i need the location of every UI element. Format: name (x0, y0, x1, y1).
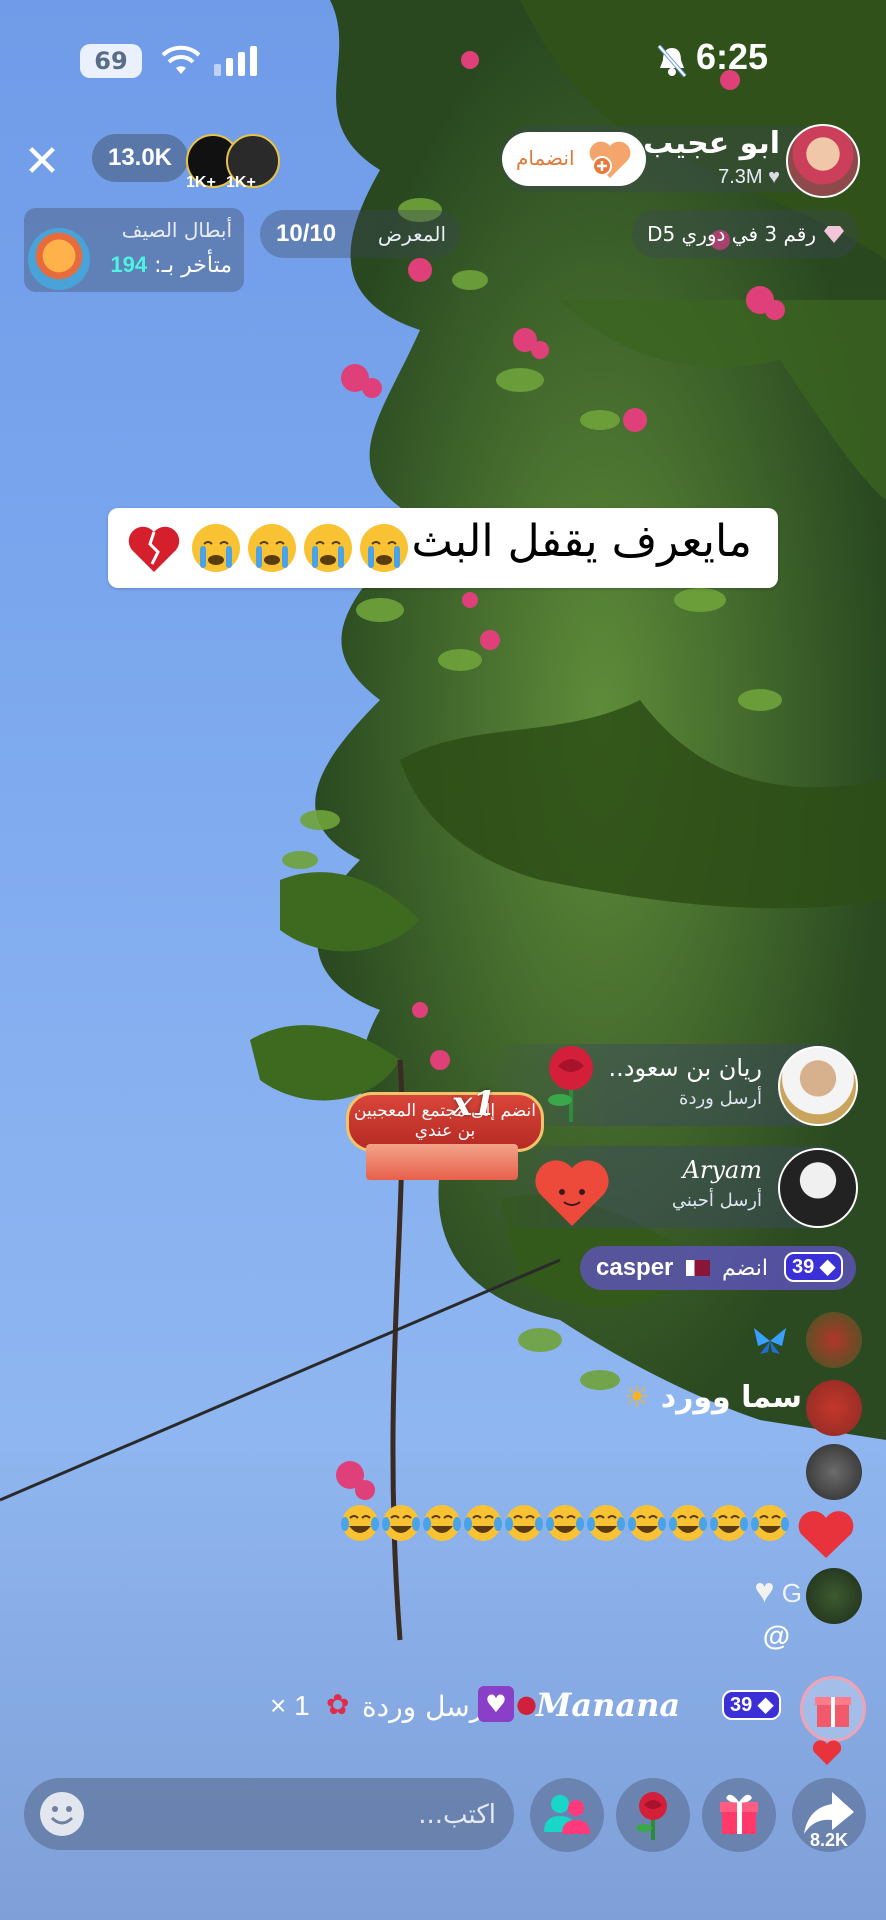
user-level-badge: 39 ◆ (784, 1252, 844, 1282)
gift-action: أرسل أحبني (671, 1190, 762, 1211)
rose-quick-gift-button[interactable] (616, 1778, 690, 1852)
top-viewer-avatar[interactable]: 1K+ (226, 134, 280, 191)
host-avatar[interactable] (786, 124, 860, 198)
rose-icon: ✿ (326, 1688, 350, 1721)
white-heart-icon: ♥ (754, 1572, 775, 1610)
user-level-badge: 39 ◆ (722, 1690, 782, 1720)
close-button[interactable]: ✕ (18, 138, 66, 186)
level-value: 39 (730, 1694, 753, 1716)
rose-gift-icon (548, 1046, 593, 1122)
chat-message: سما وورد ☀ (623, 1380, 802, 1415)
silent-mode-bell-icon (657, 44, 687, 78)
top-viewer-badge: 1K+ (226, 174, 256, 191)
chat-join-message[interactable]: casper انضم 39 ◆ (580, 1246, 856, 1290)
emoji-picker-icon[interactable] (38, 1790, 86, 1838)
gift-box-icon (815, 1697, 851, 1727)
viewer-count-pill[interactable]: 13.0K (92, 134, 188, 182)
stream-caption-banner: مايعرف يقفل البث (108, 508, 778, 588)
rose-icon (636, 1792, 667, 1840)
chat-user-avatar[interactable] (806, 1444, 862, 1500)
gifter-avatar[interactable] (778, 1046, 858, 1126)
gift-icon (720, 1794, 758, 1834)
summer-heroes-event-card[interactable]: أبطال الصيف متأخر بـ: 194 (24, 208, 244, 292)
multi-guest-button[interactable] (530, 1778, 604, 1852)
chat-username: Manana (536, 1686, 681, 1724)
comment-bar[interactable] (24, 1778, 514, 1850)
chat-user-avatar[interactable] (806, 1380, 862, 1436)
gift-box-side-button[interactable] (800, 1676, 866, 1742)
gallery-pill[interactable]: 10/10 المعرض (260, 210, 460, 258)
chat-message: @ (762, 1620, 790, 1651)
chat-join-text: انضم (722, 1256, 768, 1281)
caption-text: مايعرف يقفل البث (411, 516, 752, 567)
top-viewer-badge: 1K+ (186, 174, 216, 191)
host-likes-value: 7.3M (718, 166, 763, 188)
chat-user-avatar[interactable] (806, 1312, 862, 1368)
diamond-icon (824, 226, 844, 243)
diamond-icon: ◆ (757, 1694, 774, 1716)
battery-indicator: 69 (80, 44, 142, 78)
sun-emoji-icon: ☀ (623, 1380, 651, 1415)
chat-message: G ♥ (754, 1572, 802, 1611)
summer-event-icon (28, 228, 90, 290)
gift-count: × 1 (270, 1690, 310, 1721)
chat-message-text: سما وورد (660, 1380, 802, 1415)
share-count: 8.2K (810, 1830, 849, 1850)
host-likes-count: 7.3M ♥ (718, 166, 780, 189)
league-rank-text: رقم 3 في دوري D5 (647, 222, 816, 246)
purple-heart-icon: ♥ (478, 1686, 514, 1722)
gallery-label: المعرض (377, 222, 446, 246)
chat-gift-message: × 1 ✿ أرسل وردة ♥ ● Manana 39 ◆ (270, 1686, 800, 1734)
qatar-flag-icon (686, 1260, 710, 1276)
community-tag-line2: بن عندي (414, 1121, 476, 1141)
diamond-icon: ◆ (819, 1256, 836, 1278)
gallery-score: 10/10 (276, 220, 337, 247)
host-name: ابو عجيب (643, 126, 780, 161)
join-fan-club-button[interactable]: انضمام (502, 132, 646, 186)
gifter-avatar[interactable] (778, 1148, 858, 1228)
floating-heart-icon (812, 1740, 842, 1765)
people-icon (544, 1795, 590, 1834)
gift-multiplier: x1 (452, 1084, 496, 1124)
league-rank-pill[interactable]: رقم 3 في دوري D5 (632, 210, 858, 258)
join-button-label: انضمام (516, 146, 575, 170)
chat-user-avatar[interactable] (806, 1568, 862, 1624)
heart-icon: ♥ (768, 166, 780, 188)
cherry-icon: ● (516, 1690, 537, 1718)
fan-community-tag[interactable]: انضم إلى مجتمع المعجبين بن عندي (346, 1092, 544, 1152)
gift-button[interactable] (702, 1778, 776, 1852)
floating-heart-icon (798, 1511, 854, 1558)
chat-message-text: G (781, 1578, 802, 1608)
event-late-status: متأخر بـ: 194 (110, 252, 232, 278)
late-value: 194 (110, 252, 148, 277)
laughing-emoji-row (341, 1504, 790, 1542)
gift-message-text: أرسل وردة (362, 1690, 492, 1723)
community-tag-glow (366, 1144, 518, 1180)
heart-plus-icon (589, 141, 631, 178)
community-tag-line1: انضم إلى مجتمع المعجبين (354, 1101, 536, 1121)
status-bar: 69 6:25 (0, 0, 886, 110)
crying-and-broken-heart-emojis (128, 524, 408, 572)
cellular-signal-icon (214, 46, 257, 76)
late-label: متأخر بـ: (154, 253, 232, 278)
event-title: أبطال الصيف (121, 218, 232, 242)
comment-input[interactable] (104, 1792, 498, 1838)
clock: 6:25 (696, 36, 769, 77)
chat-username: casper (596, 1254, 674, 1281)
gift-action: أرسل وردة (679, 1088, 762, 1109)
wifi-icon (161, 45, 201, 74)
butterfly-icon (754, 1328, 786, 1354)
level-value: 39 (792, 1256, 815, 1278)
gifter-name: ريان بن سعود.. (608, 1054, 762, 1082)
love-me-heart-gift-icon (535, 1160, 609, 1226)
gifter-name: Aryam (682, 1156, 762, 1184)
